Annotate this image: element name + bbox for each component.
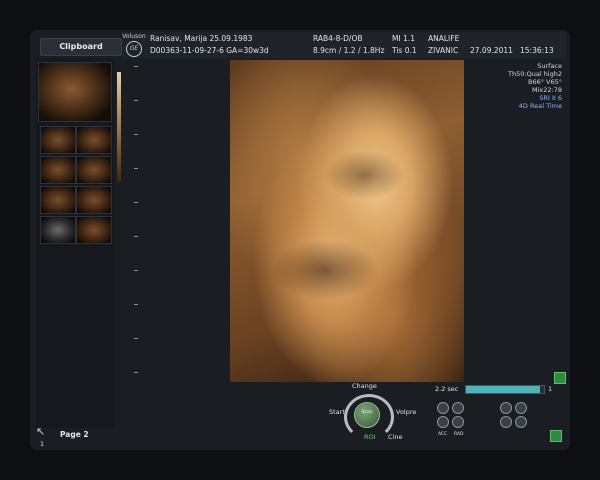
- status-indicator-icon: [554, 372, 566, 384]
- depth-tick: [134, 66, 138, 67]
- clipboard-thumbnail[interactable]: [40, 216, 76, 244]
- logo-text: Voluson: [122, 33, 146, 40]
- render-mode: Surface: [537, 62, 562, 70]
- mi-value: MI 1.1: [392, 34, 415, 43]
- render-threshold: Th50:Qual high2: [508, 70, 562, 78]
- depth-tick: [134, 270, 138, 271]
- cursor-arrow-icon[interactable]: ↖: [36, 426, 48, 438]
- gray-scale-bar: [117, 72, 121, 182]
- ge-mark: GE: [126, 41, 142, 57]
- acc-label: ACC: [438, 432, 448, 437]
- clipboard-thumbnail[interactable]: [76, 216, 112, 244]
- soft-button-icon[interactable]: [515, 402, 527, 414]
- scan-params: 8.9cm / 1.2 / 1.8Hz: [313, 46, 385, 55]
- page-number: 1: [40, 440, 45, 448]
- soft-button-icon[interactable]: [437, 402, 449, 414]
- change-label[interactable]: Change: [352, 382, 377, 390]
- rad-label: RAD: [454, 432, 464, 437]
- operator-name: ZIVANIC: [428, 46, 459, 55]
- probe-label: RAB4-8-D/OB: [313, 34, 363, 43]
- cine-progress-value: 1: [548, 385, 553, 393]
- render-mix: Mix22:78: [532, 86, 562, 94]
- clipboard-thumbnail[interactable]: [40, 156, 76, 184]
- soft-button-icon[interactable]: [515, 416, 527, 428]
- soft-button-icon[interactable]: [437, 416, 449, 428]
- clipboard-thumbnail[interactable]: [40, 126, 76, 154]
- depth-tick: [134, 372, 138, 373]
- clipboard-title[interactable]: Clipboard: [40, 38, 122, 56]
- realtime-label: 4D Real Time: [518, 102, 562, 110]
- cine-timer: 2.2 sec: [435, 385, 459, 393]
- volpre-label[interactable]: Volpre: [396, 408, 416, 416]
- depth-tick: [134, 100, 138, 101]
- image-shading: [270, 240, 380, 300]
- render-angles: B66° V65°: [527, 78, 562, 86]
- ultrasound-3d-image[interactable]: [230, 60, 464, 382]
- depth-tick: [134, 168, 138, 169]
- cine-label[interactable]: Cine: [388, 433, 402, 441]
- clipboard-thumbnail[interactable]: [76, 156, 112, 184]
- patient-name: Ranisav, Marija 25.09.1983: [150, 34, 253, 43]
- patient-id: D00363-11-09-27-6 GA=30w3d: [150, 46, 269, 55]
- exam-date: 27.09.2011: [470, 46, 513, 55]
- soft-button-icon[interactable]: [452, 402, 464, 414]
- cine-progress-fill: [466, 386, 541, 393]
- depth-tick: [134, 236, 138, 237]
- clipboard-thumbnail[interactable]: [76, 126, 112, 154]
- cine-progress-bar[interactable]: [465, 385, 545, 394]
- knob-label: Scan: [361, 410, 373, 415]
- clipboard-thumbnail-main[interactable]: [38, 62, 112, 122]
- institution-name: ANALIFE: [428, 34, 460, 43]
- soft-button-icon[interactable]: [500, 402, 512, 414]
- page-label[interactable]: Page 2: [60, 430, 89, 439]
- image-shading: [325, 150, 405, 200]
- ultrasound-screen: Clipboard Voluson GE Ranisav, Marija 25.…: [30, 30, 570, 450]
- print-icon[interactable]: [550, 430, 562, 442]
- sri-label: SRI II 6: [539, 94, 562, 102]
- tis-value: Tis 0.1: [392, 46, 417, 55]
- ge-logo-icon: Voluson GE: [122, 33, 146, 57]
- roi-label[interactable]: ROI: [364, 433, 376, 441]
- depth-tick: [134, 134, 138, 135]
- depth-tick: [134, 202, 138, 203]
- exam-time: 15:36:13: [520, 46, 554, 55]
- start-label[interactable]: Start: [329, 408, 345, 416]
- trackball-knob[interactable]: Scan: [354, 402, 380, 428]
- soft-button-icon[interactable]: [500, 416, 512, 428]
- clipboard-thumbnail[interactable]: [76, 186, 112, 214]
- clipboard-thumbnail[interactable]: [40, 186, 76, 214]
- depth-tick: [134, 304, 138, 305]
- soft-button-icon[interactable]: [452, 416, 464, 428]
- depth-tick: [134, 338, 138, 339]
